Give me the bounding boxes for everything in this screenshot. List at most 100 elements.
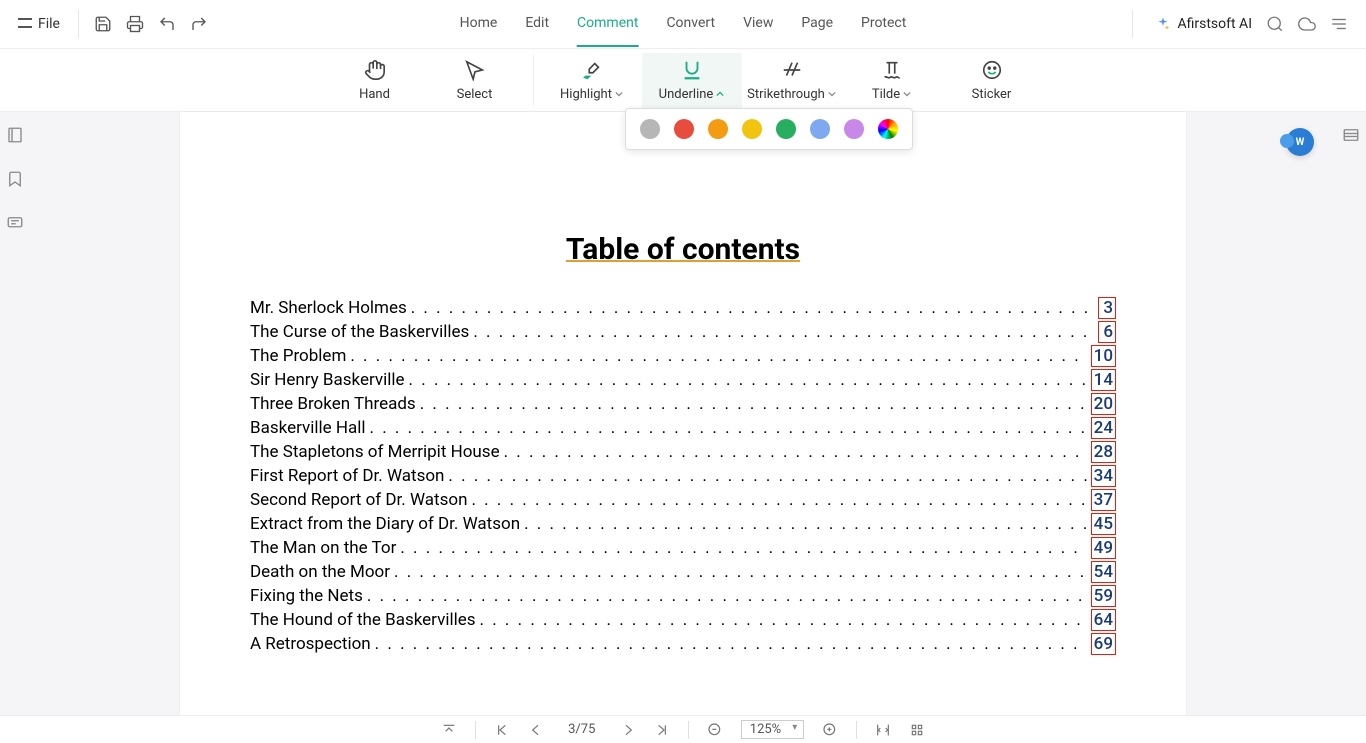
toc-chapter-title: The Curse of the Baskervilles xyxy=(250,322,469,342)
zoom-select[interactable]: 125% xyxy=(741,720,804,739)
toc-title: Table of contents xyxy=(250,232,1116,267)
first-page-icon[interactable] xyxy=(494,722,510,738)
color-blue[interactable] xyxy=(810,119,830,139)
fit-width-icon[interactable] xyxy=(875,722,891,738)
toc-chapter-title: The Stapletons of Merripit House xyxy=(250,442,500,462)
page-top-icon[interactable] xyxy=(441,722,457,738)
ai-button[interactable]: Afirstsoft AI xyxy=(1155,16,1252,32)
tab-page[interactable]: Page xyxy=(801,1,833,47)
next-page-icon[interactable] xyxy=(620,722,636,738)
color-yellow[interactable] xyxy=(742,119,762,139)
toc-dots: . . . . . . . . . . . . . . . . . . . . … xyxy=(420,394,1087,414)
tab-edit[interactable]: Edit xyxy=(525,1,549,47)
tab-protect[interactable]: Protect xyxy=(861,1,906,47)
hand-icon xyxy=(364,59,386,81)
toc-row: The Problem . . . . . . . . . . . . . . … xyxy=(250,345,1116,367)
select-label: Select xyxy=(457,87,493,102)
tab-view[interactable]: View xyxy=(743,1,773,47)
toc-page-number[interactable]: 37 xyxy=(1091,489,1116,511)
strikethrough-icon xyxy=(781,59,803,81)
prev-page-icon[interactable] xyxy=(528,722,544,738)
color-gray[interactable] xyxy=(640,119,660,139)
tool-highlight[interactable]: Highlight xyxy=(542,53,642,108)
tab-home[interactable]: Home xyxy=(460,1,498,47)
toc-list: Mr. Sherlock Holmes . . . . . . . . . . … xyxy=(250,297,1116,655)
last-page-icon[interactable] xyxy=(654,722,670,738)
toc-dots: . . . . . . . . . . . . . . . . . . . . … xyxy=(524,514,1087,534)
toc-chapter-title: Mr. Sherlock Holmes xyxy=(250,298,407,318)
toc-row: Mr. Sherlock Holmes . . . . . . . . . . … xyxy=(250,297,1116,319)
toc-page-number[interactable]: 20 xyxy=(1091,393,1116,415)
toc-page-number[interactable]: 14 xyxy=(1091,369,1116,391)
toc-chapter-title: Extract from the Diary of Dr. Watson xyxy=(250,514,520,534)
page-indicator[interactable]: 3/75 xyxy=(562,722,602,737)
save-button[interactable] xyxy=(87,8,119,40)
toc-page-number[interactable]: 59 xyxy=(1091,585,1116,607)
toc-page-number[interactable]: 28 xyxy=(1091,441,1116,463)
file-menu[interactable]: File xyxy=(8,16,70,32)
sparkle-icon xyxy=(1155,16,1171,32)
toc-page-number[interactable]: 34 xyxy=(1091,465,1116,487)
cloud-icon[interactable] xyxy=(1298,15,1316,33)
thumbnail-icon[interactable] xyxy=(6,126,24,144)
toc-chapter-title: The Hound of the Baskervilles xyxy=(250,610,476,630)
tab-convert[interactable]: Convert xyxy=(666,1,715,47)
undo-button[interactable] xyxy=(151,8,183,40)
color-red[interactable] xyxy=(674,119,694,139)
tool-select[interactable]: Select xyxy=(425,53,525,108)
file-label: File xyxy=(38,16,60,32)
tool-hand[interactable]: Hand xyxy=(325,53,425,108)
tab-comment[interactable]: Comment xyxy=(577,1,638,47)
more-icon[interactable] xyxy=(1330,15,1348,33)
zoom-out-icon[interactable] xyxy=(707,722,723,738)
color-purple[interactable] xyxy=(844,119,864,139)
toc-page-number[interactable]: 3 xyxy=(1098,297,1116,319)
toc-page-number[interactable]: 69 xyxy=(1091,633,1116,655)
toc-chapter-title: A Retrospection xyxy=(250,634,371,654)
toc-page-number[interactable]: 49 xyxy=(1091,537,1116,559)
annotation-icon[interactable] xyxy=(6,214,24,232)
underline-icon xyxy=(681,59,703,81)
color-custom[interactable] xyxy=(878,119,898,139)
document-viewport[interactable]: Table of contents Mr. Sherlock Holmes . … xyxy=(180,112,1186,715)
toc-row: A Retrospection . . . . . . . . . . . . … xyxy=(250,633,1116,655)
toc-dots: . . . . . . . . . . . . . . . . . . . . … xyxy=(448,466,1086,486)
print-button[interactable] xyxy=(119,8,151,40)
highlight-label: Highlight xyxy=(560,87,623,102)
fit-page-icon[interactable] xyxy=(909,722,925,738)
tool-underline[interactable]: Underline xyxy=(642,53,742,108)
strikethrough-label: Strikethrough xyxy=(747,87,836,102)
bookmark-icon[interactable] xyxy=(6,170,24,188)
toc-row: Second Report of Dr. Watson . . . . . . … xyxy=(250,489,1116,511)
toc-row: Extract from the Diary of Dr. Watson . .… xyxy=(250,513,1116,535)
tool-tilde[interactable]: Tilde xyxy=(842,53,942,108)
zoom-in-icon[interactable] xyxy=(822,722,838,738)
toc-page-number[interactable]: 45 xyxy=(1091,513,1116,535)
toc-row: Baskerville Hall . . . . . . . . . . . .… xyxy=(250,417,1116,439)
separator xyxy=(1132,10,1133,38)
color-orange[interactable] xyxy=(708,119,728,139)
toc-dots: . . . . . . . . . . . . . . . . . . . . … xyxy=(480,610,1087,630)
panel-icon[interactable] xyxy=(1342,126,1360,144)
toc-chapter-title: Fixing the Nets xyxy=(250,586,363,606)
toc-chapter-title: Second Report of Dr. Watson xyxy=(250,490,467,510)
toc-dots: . . . . . . . . . . . . . . . . . . . . … xyxy=(471,490,1086,510)
toc-page-number[interactable]: 6 xyxy=(1098,321,1116,343)
document-page: Table of contents Mr. Sherlock Holmes . … xyxy=(180,112,1186,697)
hand-label: Hand xyxy=(359,87,390,102)
toc-dots: . . . . . . . . . . . . . . . . . . . . … xyxy=(394,562,1087,582)
tool-strikethrough[interactable]: Strikethrough xyxy=(742,53,842,108)
search-icon[interactable] xyxy=(1266,15,1284,33)
toc-dots: . . . . . . . . . . . . . . . . . . . . … xyxy=(473,322,1094,342)
toc-page-number[interactable]: 54 xyxy=(1091,561,1116,583)
toc-row: The Curse of the Baskervilles . . . . . … xyxy=(250,321,1116,343)
toc-page-number[interactable]: 24 xyxy=(1091,417,1116,439)
redo-button[interactable] xyxy=(183,8,215,40)
ai-label: Afirstsoft AI xyxy=(1177,16,1252,32)
toc-page-number[interactable]: 10 xyxy=(1091,345,1116,367)
color-green[interactable] xyxy=(776,119,796,139)
left-rail xyxy=(0,112,30,232)
word-export-badge[interactable]: W xyxy=(1286,128,1314,156)
toc-page-number[interactable]: 64 xyxy=(1091,609,1116,631)
tool-sticker[interactable]: Sticker xyxy=(942,53,1042,108)
